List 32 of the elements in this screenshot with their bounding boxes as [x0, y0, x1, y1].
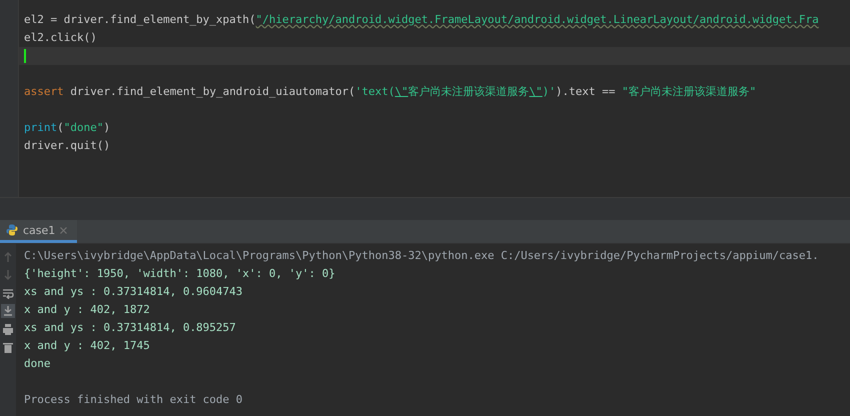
console-line: C:\Users\ivybridge\AppData\Local\Programs\Python\Python38-32\python.exe C:/Users/ivybridge/PycharmProjects/appium/case1.: [24, 248, 820, 264]
python-logo-icon: [6, 224, 18, 236]
code-token: (: [57, 120, 64, 136]
code-token: assert: [24, 84, 64, 100]
code-token: 客户尚未注册该渠道服务: [408, 84, 530, 100]
close-icon[interactable]: [60, 226, 68, 234]
code-token: \": [394, 84, 408, 100]
console-line: xs and ys : 0.37314814, 0.895257: [24, 320, 237, 336]
console-line: done: [24, 356, 52, 372]
code-token: \": [529, 84, 542, 100]
code-token: )': [542, 84, 556, 100]
code-token: 'text(: [355, 84, 395, 100]
code-token: print: [24, 120, 58, 136]
code-token: "/hierarchy/android.widget.FrameLayout/android.widget.LinearLayout/android.widget.Fra: [256, 12, 819, 28]
console-line: Process finished with exit code 0: [24, 392, 244, 408]
console-line: xs and ys : 0.37314814, 0.9604743: [24, 284, 244, 300]
run-tab[interactable]: case1: [0, 220, 78, 243]
console-line: x and y : 402, 1872: [24, 302, 151, 318]
printer-icon[interactable]: [1, 322, 15, 336]
scroll-to-end-icon[interactable]: [1, 304, 15, 318]
code-token: el2 = driver.find_element_by_xpath(: [24, 12, 256, 28]
code-token: el2.click(): [24, 30, 97, 46]
code-token: "客户尚未注册该渠道服务": [622, 84, 756, 100]
console-line: x and y : 402, 1745: [24, 338, 151, 354]
trash-icon[interactable]: [1, 340, 15, 354]
code-token: ).text ==: [556, 84, 616, 100]
text-caret: [24, 49, 26, 63]
code-token: driver.quit(): [24, 138, 110, 154]
code-token: ): [104, 120, 110, 136]
code-token: "done": [64, 120, 104, 136]
console-line: {'height': 1950, 'width': 1080, 'x': 0, 'y': 0}: [24, 266, 336, 282]
code-token: driver.find_element_by_android_uiautomator(: [69, 84, 356, 100]
